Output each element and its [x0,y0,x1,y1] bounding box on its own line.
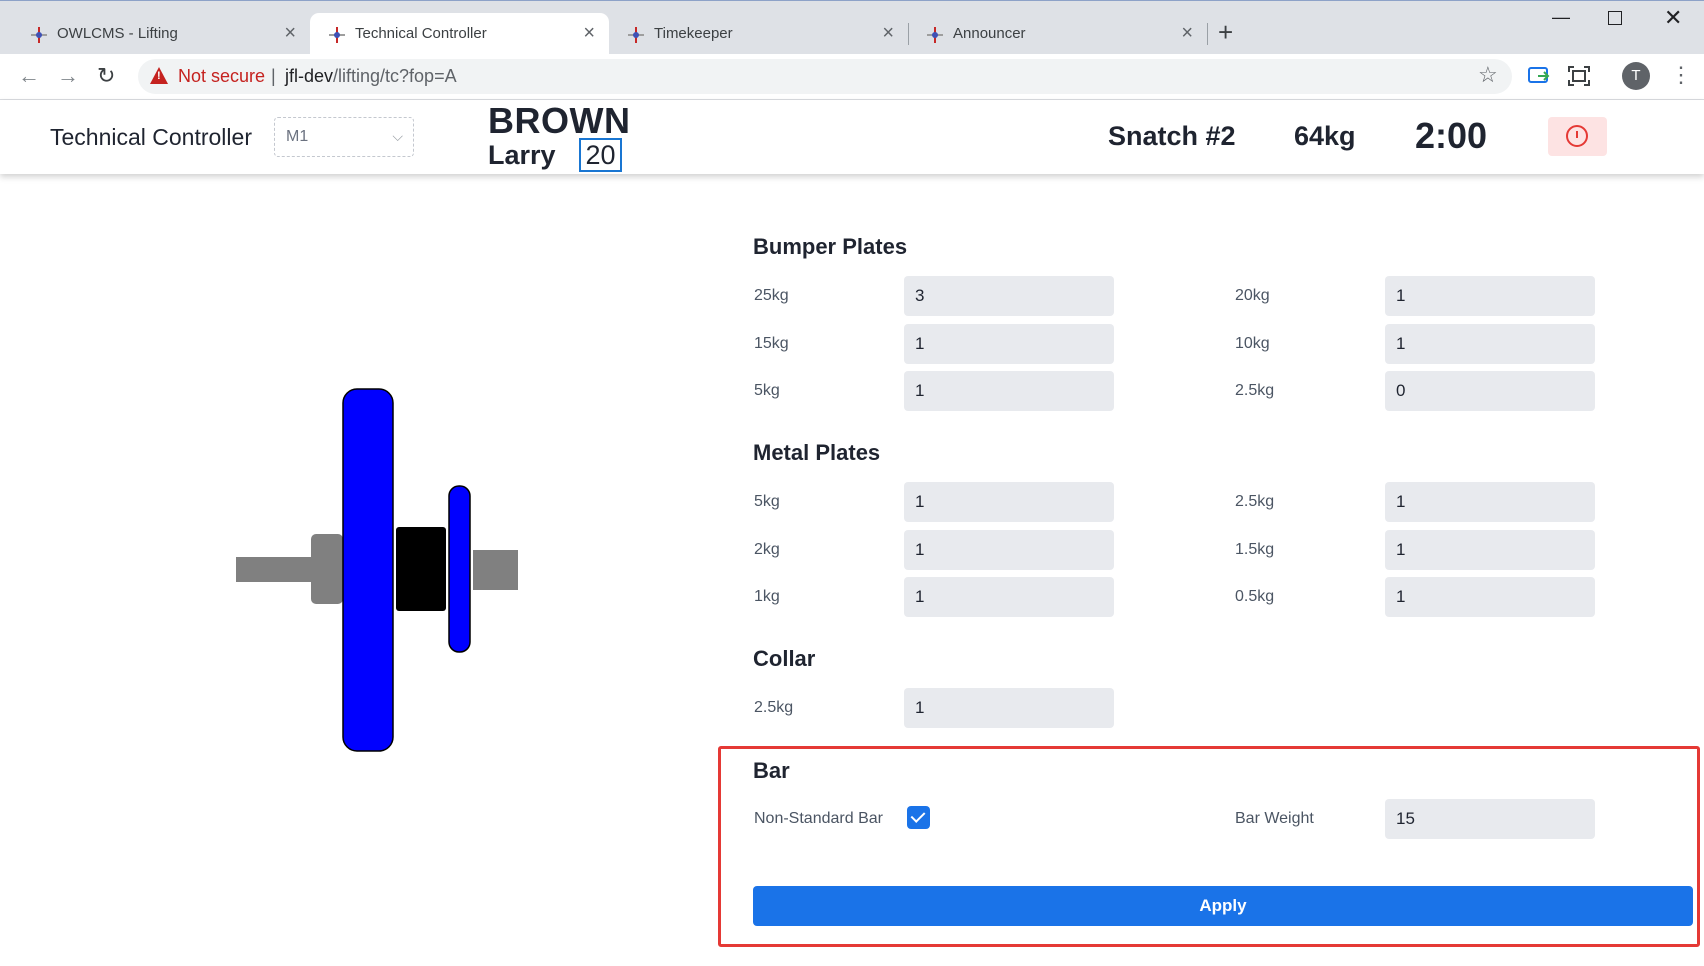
close-icon[interactable]: × [1181,22,1193,45]
bumper-15kg-input[interactable]: 1 [904,324,1114,364]
bar-heading: Bar [753,758,790,783]
screenshot-icon[interactable] [1568,66,1590,86]
metal-plate-5kg [396,527,446,611]
metal-5kg-label: 5kg [754,493,780,510]
warning-icon [150,67,168,84]
bumper-20kg-input[interactable]: 1 [1385,276,1595,316]
forward-arrow-icon[interactable]: → [57,63,79,89]
tab-title: Technical Controller [355,25,487,42]
metal-plate-2-5kg [448,485,471,653]
metal-2-5kg-label: 2.5kg [1235,493,1275,510]
profile-avatar[interactable]: T [1622,62,1650,90]
owl-favicon-icon [329,27,345,43]
address-bar[interactable]: Not secure | jfl-dev/lifting/tc?fop=A [138,59,1512,94]
collar-2-5kg-label: 2.5kg [754,699,794,716]
app-header: Technical Controller M1 ⌵ BROWN Larry 20… [0,100,1704,174]
metal-1-5kg-input[interactable]: 1 [1385,530,1595,570]
url-text[interactable]: jfl-dev/lifting/tc?fop=A [285,66,457,87]
metal-2kg-input[interactable]: 1 [904,530,1114,570]
security-label[interactable]: Not secure [178,66,265,87]
url-path: /lifting/tc?fop=A [333,66,457,86]
metal-5kg-input[interactable]: 1 [904,482,1114,522]
athlete-last-name: BROWN [488,100,631,141]
menu-kebab-icon[interactable]: ⋮ [1670,62,1692,88]
window-close-icon[interactable]: ✕ [1664,5,1682,31]
bar-sleeve-outer [473,550,518,590]
timer-icon [1566,125,1588,147]
non-standard-bar-label: Non-Standard Bar [754,810,883,827]
bumper-25kg-label: 25kg [754,287,789,304]
back-arrow-icon[interactable]: ← [18,63,40,89]
bar-weight-label: Bar Weight [1235,810,1314,827]
metal-0-5kg-label: 0.5kg [1235,588,1275,605]
apply-button[interactable]: Apply [753,886,1693,926]
bumper-20kg-label: 20kg [1235,287,1270,304]
bumper-10kg-input[interactable]: 1 [1385,324,1595,364]
athlete-first-name: Larry [488,140,556,170]
bumper-10kg-label: 10kg [1235,335,1270,352]
collar-2-5kg-input[interactable]: 1 [904,688,1114,728]
requested-weight: 64kg [1294,121,1356,151]
browser-tab-announcer[interactable]: Announcer × [908,13,1207,55]
tab-title: Announcer [953,25,1026,42]
bar-collar-inner [311,534,343,604]
new-tab-plus-icon[interactable]: + [1218,19,1233,45]
attempt-label: Snatch #2 [1108,121,1236,151]
bumper-5kg-label: 5kg [754,382,780,399]
close-icon[interactable]: × [882,22,894,45]
owl-favicon-icon [31,27,47,43]
bumper-15kg-label: 15kg [754,335,789,352]
bumper-2-5kg-label: 2.5kg [1235,382,1275,399]
chevron-down-icon: ⌵ [392,128,403,144]
owl-favicon-icon [628,27,644,43]
bumper-25kg-input[interactable]: 3 [904,276,1114,316]
browser-tab-lifting[interactable]: OWLCMS - Lifting × [12,13,310,55]
metal-plates-heading: Metal Plates [753,440,881,465]
bumper-plate-25kg [342,388,394,752]
platform-value: M1 [286,128,309,145]
attempt-clock: 2:00 [1415,115,1488,156]
close-icon[interactable]: × [284,22,296,45]
browser-tab-technical-controller[interactable]: Technical Controller × [310,13,609,55]
metal-2kg-label: 2kg [754,541,780,558]
owl-favicon-icon [927,27,943,43]
barbell-diagram [236,388,518,752]
maximize-icon[interactable] [1608,11,1622,25]
address-separator: | [271,66,276,86]
browser-tab-timekeeper[interactable]: Timekeeper × [609,13,908,55]
bumper-5kg-input[interactable]: 1 [904,371,1114,411]
tab-title: OWLCMS - Lifting [57,25,178,42]
start-number-badge: 20 [579,138,622,172]
metal-0-5kg-input[interactable]: 1 [1385,577,1595,617]
metal-1kg-input[interactable]: 1 [904,577,1114,617]
close-icon[interactable]: × [583,22,595,45]
cast-extension-icon[interactable] [1528,66,1550,86]
page-title: Technical Controller [50,124,252,150]
metal-1-5kg-label: 1.5kg [1235,541,1275,558]
collar-heading: Collar [753,646,816,671]
metal-2-5kg-input[interactable]: 1 [1385,482,1595,522]
metal-1kg-label: 1kg [754,588,780,605]
minimize-icon[interactable]: — [1552,7,1570,28]
browser-tab-strip: OWLCMS - Lifting × Technical Controller … [0,0,1704,55]
bumper-2-5kg-input[interactable]: 0 [1385,371,1595,411]
non-standard-bar-checkbox[interactable] [907,806,930,829]
browser-toolbar: ← → ↻ Not secure | jfl-dev/lifting/tc?fo… [0,54,1704,100]
url-host: jfl-dev [285,66,334,86]
platform-select[interactable]: M1 ⌵ [274,117,414,157]
bar-weight-input[interactable]: 15 [1385,799,1595,839]
bumper-plates-heading: Bumper Plates [753,234,908,259]
reload-icon[interactable]: ↻ [97,63,115,89]
bookmark-star-icon[interactable]: ☆ [1478,62,1498,88]
timer-button[interactable] [1548,117,1607,156]
tab-title: Timekeeper [654,25,733,42]
tab-separator [1207,23,1208,45]
